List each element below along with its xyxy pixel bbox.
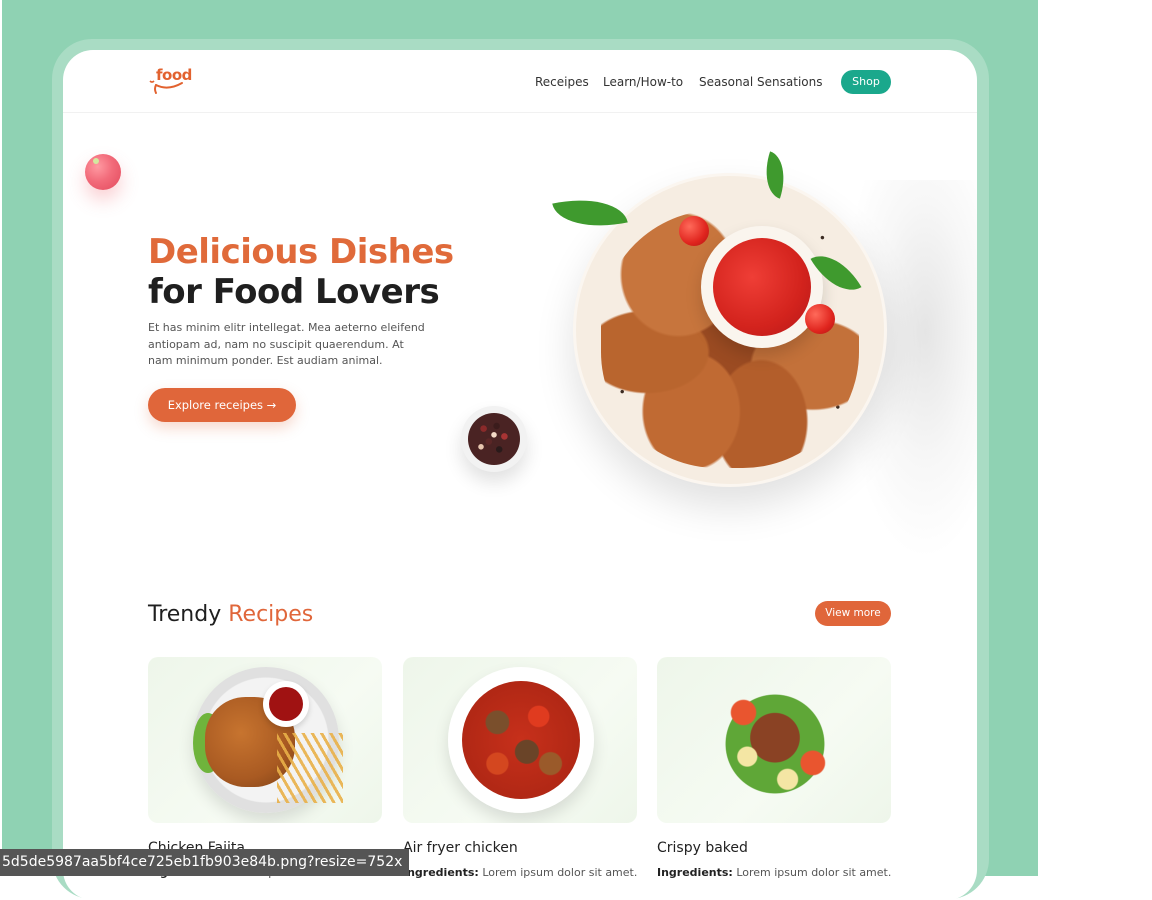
status-url-bar: 5d5de5987aa5bf4ce725eb1fb903e84b.png?res… (0, 849, 409, 876)
chicken-fajita-image (193, 667, 343, 813)
shop-button[interactable]: Shop (841, 70, 891, 94)
landing-page: food Receipes Learn/How-to Seasonal Sens… (63, 50, 977, 900)
nav-link-learn-how-to[interactable]: Learn/How-to (603, 75, 683, 89)
view-more-button[interactable]: View more (815, 601, 891, 626)
sauce-bowl (701, 226, 823, 348)
cherry-tomato (805, 304, 835, 334)
nav-link-seasonal-sensations[interactable]: Seasonal Sensations (699, 75, 823, 89)
recipe-card-image[interactable] (148, 657, 382, 823)
tomato-decoration (85, 154, 121, 190)
hero-title-line-1: Delicious Dishes (148, 232, 454, 272)
hero-dish-image (551, 120, 977, 560)
recipe-card-ingredients: Ingredients: Lorem ipsum dolor sit amet. (657, 866, 891, 879)
cherry-tomato (679, 216, 709, 246)
ingredients-label: Ingredients: (403, 866, 479, 879)
nav-link-receipes[interactable]: Receipes (535, 75, 589, 89)
recipe-card-title[interactable]: Air fryer chicken (403, 840, 518, 856)
section-title-accent: Recipes (228, 602, 314, 627)
recipe-card-image[interactable] (657, 657, 891, 823)
top-nav: food Receipes Learn/How-to Seasonal Sens… (63, 50, 977, 113)
recipe-card-title[interactable]: Crispy baked (657, 840, 748, 856)
recipe-card-image[interactable] (403, 657, 637, 823)
hero-description: Et has minim elitr intellegat. Mea aeter… (148, 321, 425, 367)
crispy-baked-image (702, 667, 848, 813)
section-title: Trendy Recipes (148, 602, 313, 627)
image-viewer: food Receipes Learn/How-to Seasonal Sens… (0, 0, 1152, 900)
logo-swoosh-icon (149, 80, 183, 94)
pepper-bowl-image (461, 406, 527, 472)
hero-title-line-2: for Food Lovers (148, 272, 440, 312)
recipe-card-ingredients: Ingredients: Lorem ipsum dolor sit amet. (403, 866, 637, 879)
ingredients-label: Ingredients: (657, 866, 733, 879)
explore-receipes-button[interactable]: Explore receipes → (148, 388, 296, 422)
brand-logo[interactable]: food (148, 66, 192, 97)
ingredients-text: Lorem ipsum dolor sit amet. (478, 866, 638, 879)
section-title-plain: Trendy (148, 602, 229, 627)
air-fryer-chicken-image (448, 667, 594, 813)
ingredients-text: Lorem ipsum dolor sit amet. (732, 866, 892, 879)
